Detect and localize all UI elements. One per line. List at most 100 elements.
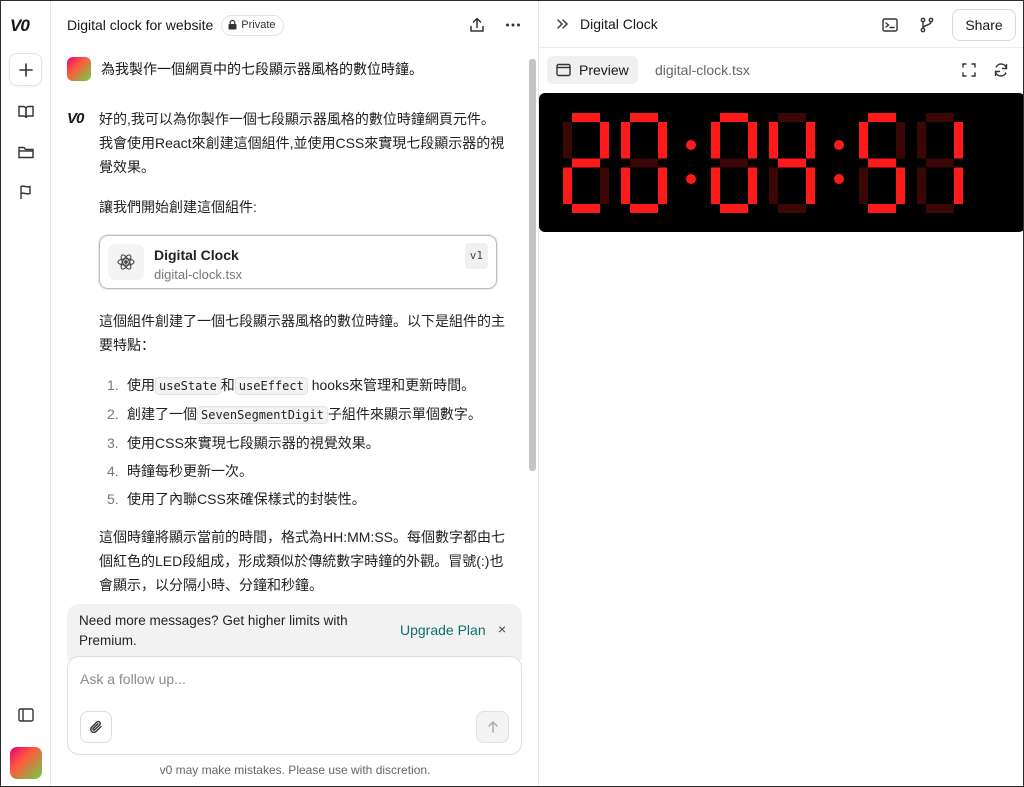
library-button[interactable] xyxy=(9,95,42,128)
segment-b xyxy=(896,122,905,159)
tab-code[interactable]: digital-clock.tsx xyxy=(655,62,750,78)
git-fork-icon xyxy=(920,17,934,33)
preview-header: Digital Clock Share xyxy=(539,1,1023,48)
list-item: 3. 使用CSS來實現七段顯示器的視覺效果。 xyxy=(107,435,380,451)
more-options-button[interactable] xyxy=(503,15,523,35)
segment-e xyxy=(769,167,778,204)
user-message-avatar xyxy=(67,57,91,81)
message-composer xyxy=(67,656,522,755)
segment-a xyxy=(868,113,896,122)
react-icon xyxy=(108,244,144,280)
tab-preview[interactable]: Preview xyxy=(547,56,638,84)
lock-icon xyxy=(228,20,237,30)
message-list[interactable]: 為我製作一個網頁中的七段顯示器風格的數位時鐘。 V0 好的,我可以為你製作一個七… xyxy=(51,49,531,599)
upload-icon xyxy=(470,17,484,32)
list-item: 2. 創建了一個 SevenSegmentDigit 子組件來顯示單個數字。 xyxy=(107,406,482,424)
collapse-panel-button[interactable] xyxy=(553,15,571,33)
sidebar-icon xyxy=(17,707,34,722)
segment-g xyxy=(868,158,896,168)
preview-panel: Digital Clock Share Preview digital-cloc… xyxy=(539,1,1023,786)
inline-code: useEffect xyxy=(234,377,308,395)
segment-d xyxy=(926,204,954,213)
follow-up-input[interactable] xyxy=(80,669,500,689)
left-rail: V0 xyxy=(1,1,51,786)
share-chat-button[interactable] xyxy=(467,15,487,35)
feedback-button[interactable] xyxy=(9,175,42,208)
segment-d xyxy=(720,204,748,213)
segment-e xyxy=(859,167,868,204)
segment-g xyxy=(778,158,806,168)
chat-header: Digital clock for website Private xyxy=(51,1,538,49)
colon-dot xyxy=(834,140,844,150)
segment-f xyxy=(711,122,720,159)
arrow-up-icon xyxy=(487,720,498,733)
segment-d xyxy=(630,204,658,213)
chat-title[interactable]: Digital clock for website xyxy=(67,17,213,33)
colon-dot xyxy=(834,174,844,184)
share-button[interactable]: Share xyxy=(952,9,1016,41)
flag-icon xyxy=(19,184,31,199)
colon-dot xyxy=(686,174,696,184)
upgrade-banner: Need more messages? Get higher limits wi… xyxy=(67,604,522,660)
fullscreen-button[interactable] xyxy=(960,61,978,79)
segment-b xyxy=(748,122,757,159)
segment-c xyxy=(748,167,757,204)
upgrade-plan-link[interactable]: Upgrade Plan xyxy=(400,622,486,638)
segment-d xyxy=(778,204,806,213)
segment-g xyxy=(572,158,600,168)
segment-c xyxy=(600,167,609,204)
segment-c xyxy=(658,167,667,204)
segment-b xyxy=(658,122,667,159)
app-window: V0 Digital clock for website Private 為我製… xyxy=(0,0,1024,787)
chevrons-right-icon xyxy=(557,19,568,29)
segment-f xyxy=(859,122,868,159)
user-message-text: 為我製作一個網頁中的七段顯示器風格的數位時鐘。 xyxy=(101,61,423,77)
segment-a xyxy=(572,113,600,122)
chat-panel: Digital clock for website Private 為我製作一個… xyxy=(51,1,539,786)
close-banner-button[interactable]: × xyxy=(498,621,506,637)
segment-d xyxy=(868,204,896,213)
send-button[interactable] xyxy=(476,711,509,743)
new-chat-button[interactable] xyxy=(9,53,42,86)
segment-g xyxy=(630,158,658,168)
segment-e xyxy=(711,167,720,204)
expand-icon xyxy=(962,63,976,77)
assistant-intro: 好的,我可以為你製作一個七段顯示器風格的數位時鐘網頁元件。我會使用React來創… xyxy=(99,111,505,175)
book-icon xyxy=(17,105,34,118)
digital-clock-preview xyxy=(539,93,1023,232)
user-avatar[interactable] xyxy=(10,747,42,779)
v0-logo[interactable]: V0 xyxy=(10,16,30,36)
tab-preview-label: Preview xyxy=(579,62,629,78)
segment-g xyxy=(926,158,954,168)
segment-c xyxy=(806,167,815,204)
artifact-card[interactable]: Digital Clock digital-clock.tsx v1 xyxy=(99,235,497,289)
fork-button[interactable] xyxy=(917,15,937,35)
inline-code: SevenSegmentDigit xyxy=(197,406,328,424)
segment-f xyxy=(563,122,572,159)
segment-a xyxy=(720,113,748,122)
segment-f xyxy=(769,122,778,159)
colon-dot xyxy=(686,140,696,150)
private-badge[interactable]: Private xyxy=(221,14,284,36)
assistant-lead: 讓我們開始創建這個組件: xyxy=(99,199,257,215)
terminal-button[interactable] xyxy=(880,15,900,35)
preview-tabs: Preview digital-clock.tsx xyxy=(539,48,1023,92)
projects-button[interactable] xyxy=(9,135,42,168)
sidebar-toggle-button[interactable] xyxy=(9,698,42,731)
private-label: Private xyxy=(241,19,276,31)
upgrade-message: Need more messages? Get higher limits wi… xyxy=(79,613,348,648)
assistant-summary: 這個時鐘將顯示當前的時間，格式為HH:MM:SS。每個數字都由七個紅色的LED段… xyxy=(99,529,505,593)
refresh-button[interactable] xyxy=(992,61,1010,79)
attach-button[interactable] xyxy=(80,711,112,743)
chat-scrollbar[interactable] xyxy=(529,59,536,471)
v0-assistant-icon: V0 xyxy=(67,110,84,127)
segment-e xyxy=(563,167,572,204)
segment-a xyxy=(630,113,658,122)
folder-icon xyxy=(17,146,34,158)
segment-c xyxy=(896,167,905,204)
artifact-filename: digital-clock.tsx xyxy=(154,267,243,282)
segment-f xyxy=(621,122,630,159)
inline-code: useState xyxy=(155,377,221,395)
disclaimer-text: v0 may make mistakes. Please use with di… xyxy=(159,763,431,777)
list-item: 5. 使用了內聯CSS來確保樣式的封裝性。 xyxy=(107,491,366,507)
